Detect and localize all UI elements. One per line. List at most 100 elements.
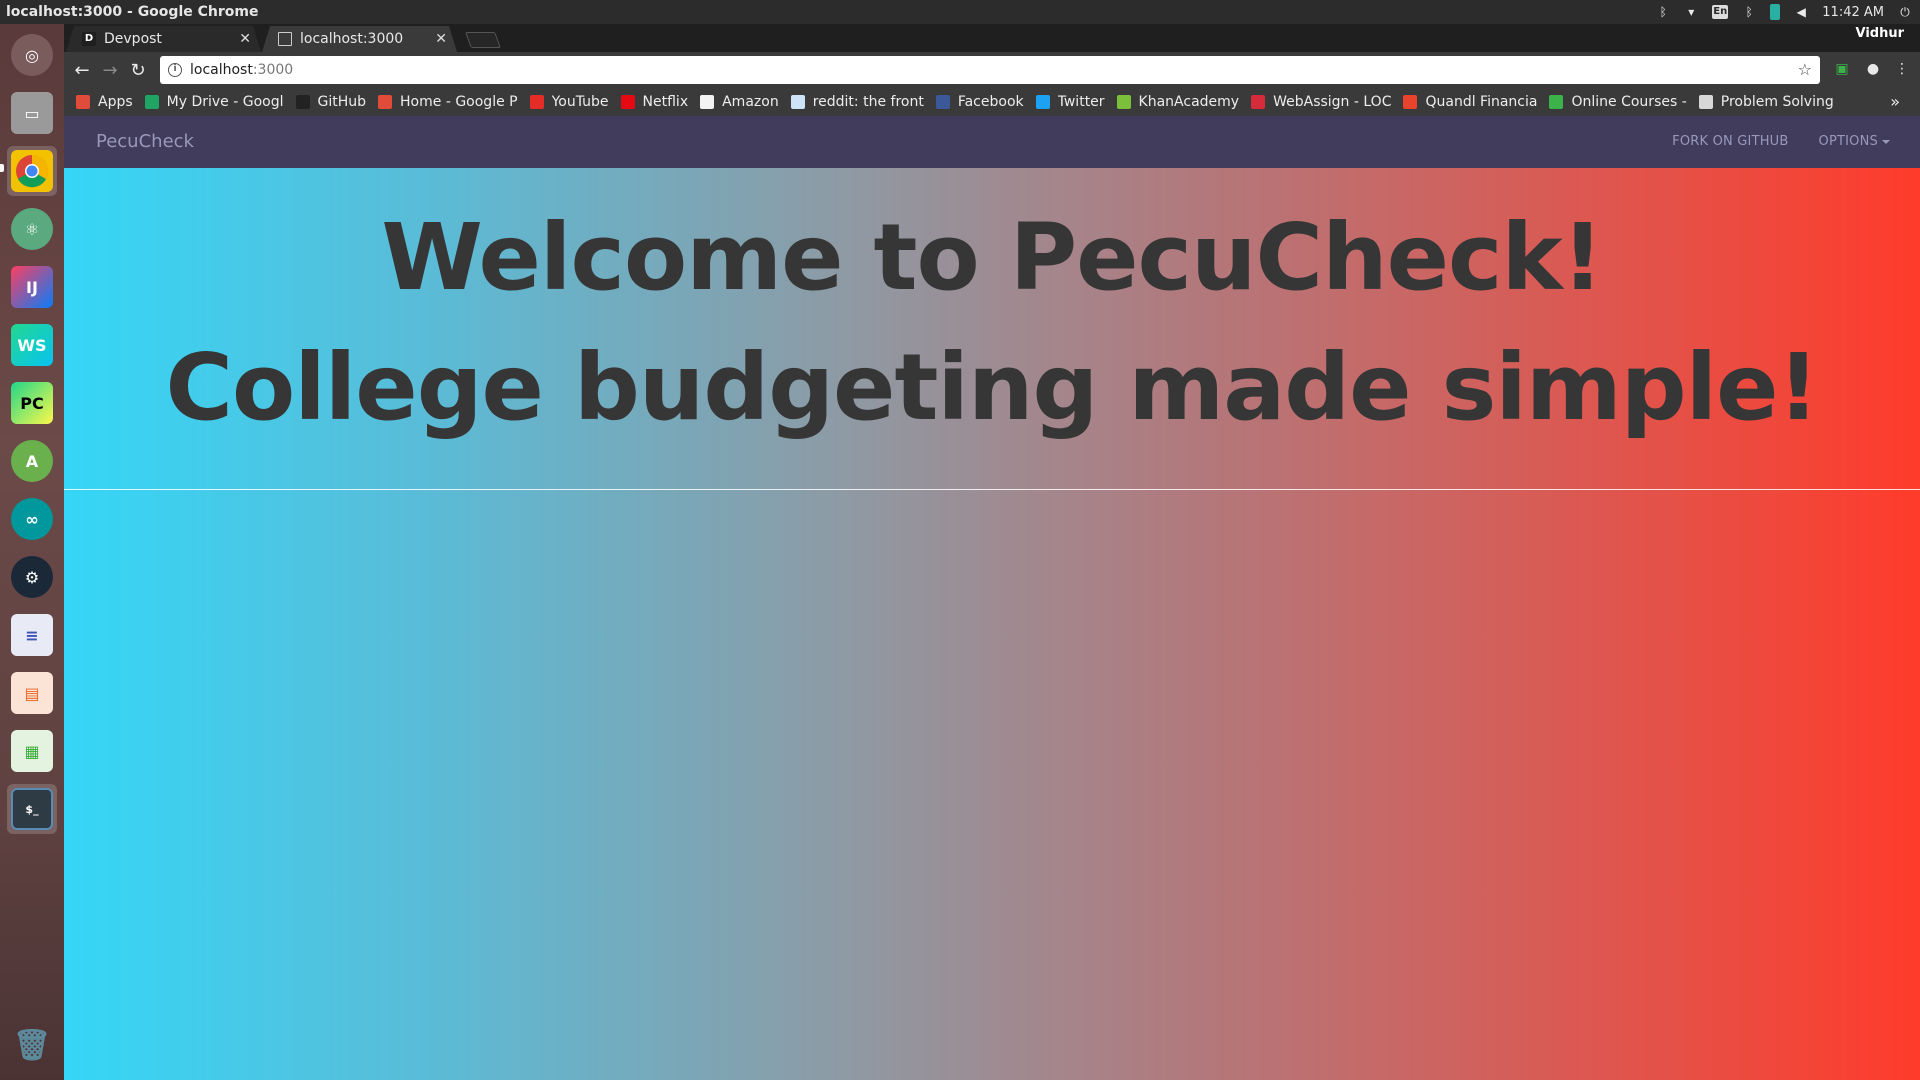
bookmark-item[interactable]: GitHub — [295, 94, 367, 110]
window-title: localhost:3000 - Google Chrome — [6, 4, 259, 20]
tab-devpost[interactable]: D Devpost ✕ — [66, 26, 261, 52]
bookmark-item[interactable]: WebAssign - LOC — [1251, 94, 1391, 110]
wifi-icon[interactable]: ▾ — [1684, 5, 1698, 19]
ubuntu-logo-icon: ◎ — [11, 34, 53, 76]
web-page: PecuCheck FORK ON GITHUB OPTIONS Welcome… — [64, 116, 1920, 1080]
app-launcher: ◎ ▭ ⚛ IJ WS PC A ∞ ⚙ ≡ ▤ ▦ $_ 🗑 — [0, 24, 64, 1080]
webstorm-icon: WS — [11, 324, 53, 366]
launcher-trash[interactable]: 🗑 — [7, 1020, 57, 1070]
close-tab-icon[interactable]: ✕ — [239, 31, 251, 47]
launcher-chrome[interactable] — [7, 146, 57, 196]
hero-subtitle: College budgeting made simple! — [165, 334, 1820, 441]
reload-button[interactable]: ↻ — [124, 56, 152, 84]
bookmark-label: reddit: the front — [812, 94, 924, 110]
launcher-impress[interactable]: ▤ — [7, 668, 57, 718]
apps-grid-icon — [76, 95, 90, 109]
user-name[interactable]: Vidhur — [1847, 24, 1912, 44]
libreoffice-impress-icon: ▤ — [11, 672, 53, 714]
launcher-terminal[interactable]: $_ — [7, 784, 57, 834]
clock[interactable]: 11:42 AM — [1822, 5, 1884, 20]
system-top-panel: localhost:3000 - Google Chrome ᛒ ▾ En ᛒ … — [0, 0, 1920, 24]
page-icon — [1698, 95, 1713, 109]
url-port: :3000 — [252, 62, 294, 78]
bookmark-label: Facebook — [957, 94, 1024, 110]
bookmark-item[interactable]: Netflix — [620, 94, 688, 110]
intellij-icon: IJ — [11, 266, 53, 308]
bookmark-item[interactable]: Problem Solving — [1698, 94, 1834, 110]
bookmark-label: WebAssign - LOC — [1273, 94, 1392, 110]
launcher-steam[interactable]: ⚙ — [7, 552, 57, 602]
navbar-links: FORK ON GITHUB OPTIONS — [1672, 134, 1890, 149]
bookmark-label: Amazon — [722, 94, 779, 110]
drive-icon — [144, 95, 159, 109]
bookmark-item[interactable]: Quandl Financia — [1403, 94, 1537, 110]
address-bar[interactable]: i localhost:3000 ☆ — [160, 56, 1820, 84]
launcher-writer[interactable]: ≡ — [7, 610, 57, 660]
terminal-icon: $_ — [11, 788, 53, 830]
chrome-icon — [11, 150, 53, 192]
bookmark-star-icon[interactable]: ☆ — [1798, 60, 1812, 79]
tab-localhost[interactable]: localhost:3000 ✕ — [262, 26, 457, 52]
bookmark-item[interactable]: Home - Google P — [378, 94, 518, 110]
libreoffice-writer-icon: ≡ — [11, 614, 53, 656]
forward-button[interactable]: → — [96, 56, 124, 84]
launcher-files[interactable]: ▭ — [7, 88, 57, 138]
bookmark-item[interactable]: Online Courses - — [1549, 94, 1687, 110]
battery-icon[interactable] — [1770, 4, 1781, 20]
launcher-intellij[interactable]: IJ — [7, 262, 57, 312]
chrome-menu-icon[interactable]: ⋮ — [1892, 59, 1912, 79]
options-dropdown[interactable]: OPTIONS — [1819, 134, 1890, 149]
browser-toolbar: ← → ↻ i localhost:3000 ☆ ▣ ● ⋮ — [64, 52, 1920, 88]
system-tray: ᛒ ▾ En ᛒ ◀ 11:42 AM ⏻ — [1656, 0, 1912, 24]
bookmark-item[interactable]: Amazon — [700, 94, 779, 110]
reddit-icon — [790, 95, 805, 109]
bluetooth-icon[interactable]: ᛒ — [1656, 5, 1670, 19]
arduino-icon: ∞ — [11, 498, 53, 540]
extension-icon[interactable]: ▣ — [1832, 59, 1852, 79]
bookmark-label: YouTube — [551, 94, 609, 110]
launcher-calc[interactable]: ▦ — [7, 726, 57, 776]
extension-circle-icon[interactable]: ● — [1863, 59, 1883, 79]
android-studio-icon: A — [11, 440, 53, 482]
quandl-icon — [1403, 95, 1418, 109]
webassign-icon — [1251, 95, 1266, 109]
bookmark-item[interactable]: My Drive - Googl — [144, 94, 284, 110]
site-info-icon[interactable]: i — [168, 63, 182, 77]
bookmark-item[interactable]: Twitter — [1035, 94, 1105, 110]
launcher-webstorm[interactable]: WS — [7, 320, 57, 370]
launcher-android-studio[interactable]: A — [7, 436, 57, 486]
more-bookmarks-icon[interactable]: » — [1890, 92, 1900, 111]
bookmark-item[interactable]: Apps — [76, 94, 133, 110]
power-icon[interactable]: ⏻ — [1898, 5, 1912, 19]
github-icon — [295, 95, 310, 109]
google-plus-icon — [378, 95, 393, 109]
bookmark-item[interactable]: Facebook — [935, 94, 1024, 110]
tab-strip: D Devpost ✕ localhost:3000 ✕ — [64, 24, 1920, 52]
volume-icon[interactable]: ◀ — [1794, 5, 1808, 19]
bookmark-item[interactable]: KhanAcademy — [1116, 94, 1240, 110]
bookmark-label: KhanAcademy — [1138, 94, 1240, 110]
bookmark-label: GitHub — [317, 94, 367, 110]
bookmark-item[interactable]: reddit: the front — [790, 94, 924, 110]
launcher-arduino[interactable]: ∞ — [7, 494, 57, 544]
options-label: OPTIONS — [1818, 134, 1878, 149]
fork-on-github-link[interactable]: FORK ON GITHUB — [1672, 134, 1788, 149]
launcher-atom[interactable]: ⚛ — [7, 204, 57, 254]
browser-window: D Devpost ✕ localhost:3000 ✕ ← → ↻ i loc… — [64, 24, 1920, 1080]
bluetooth-status-icon[interactable]: ᛒ — [1742, 5, 1756, 19]
bookmarks-bar: Apps My Drive - Googl GitHub Home - Google … — [64, 88, 1920, 116]
keyboard-language-indicator[interactable]: En — [1712, 5, 1729, 19]
atom-icon: ⚛ — [11, 208, 53, 250]
launcher-pycharm[interactable]: PC — [7, 378, 57, 428]
launcher-dash[interactable]: ◎ — [7, 30, 57, 80]
facebook-icon — [935, 95, 950, 109]
site-navbar: PecuCheck FORK ON GITHUB OPTIONS — [64, 116, 1920, 168]
netflix-icon — [620, 95, 635, 109]
bookmark-item[interactable]: YouTube — [529, 94, 609, 110]
new-tab-button[interactable] — [465, 32, 501, 48]
youtube-icon — [529, 95, 544, 109]
close-tab-icon[interactable]: ✕ — [435, 31, 447, 47]
pycharm-icon: PC — [11, 382, 53, 424]
back-button[interactable]: ← — [68, 56, 96, 84]
site-brand[interactable]: PecuCheck — [96, 131, 194, 152]
